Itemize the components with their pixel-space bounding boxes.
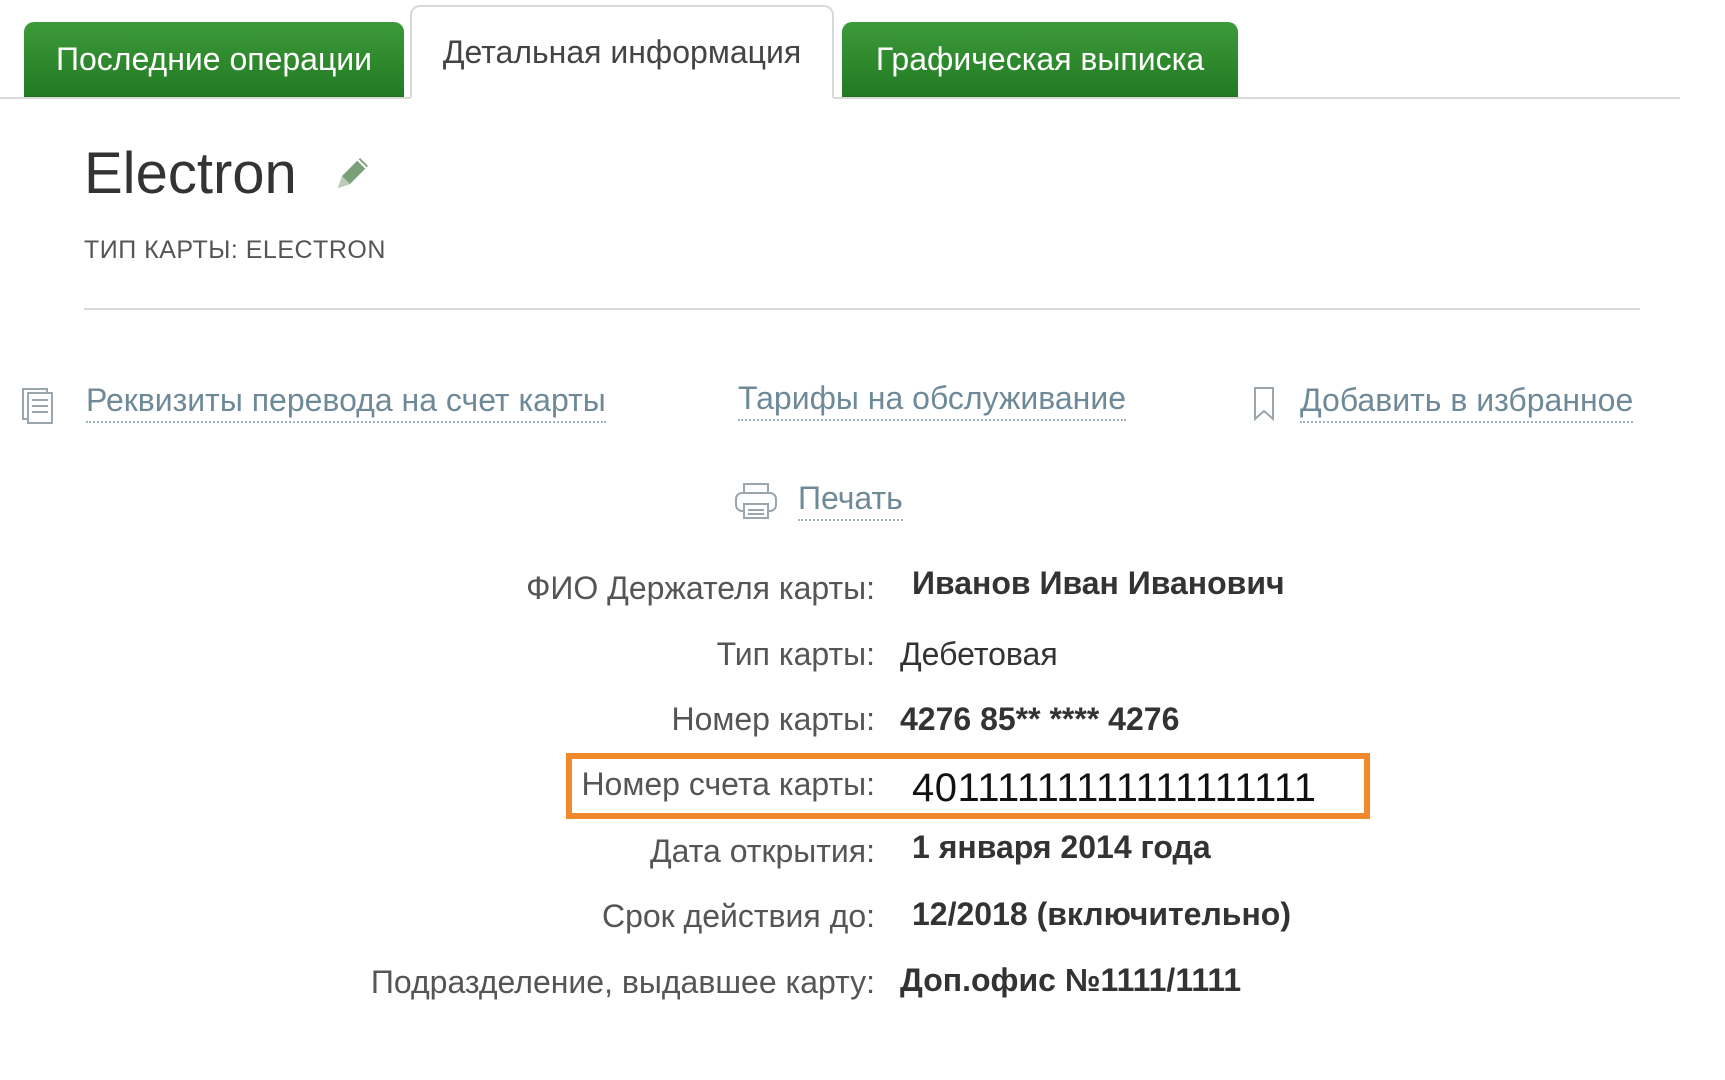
tab-label: Графическая выписка	[875, 41, 1205, 77]
account-number-value: 40111111111111111111	[912, 766, 1317, 810]
card-number-label: Номер карты:	[671, 701, 875, 737]
bookmark-icon	[1254, 387, 1274, 422]
tariffs-link[interactable]: Тарифы на обслуживание	[738, 380, 1127, 421]
open-date-label: Дата открытия:	[649, 833, 875, 869]
card-type-label: Тип карты:	[716, 636, 875, 672]
tab-detailed-info[interactable]: Детальная информация	[410, 5, 834, 99]
holder-name-value: Иванов Иван Иванович	[912, 565, 1285, 601]
card-title: Electron	[84, 141, 297, 206]
card-number-value: 4276 85** **** 4276	[900, 701, 1180, 737]
pencil-icon[interactable]	[330, 150, 376, 196]
branch-value: Доп.офис №1111/1111	[900, 962, 1242, 998]
tab-label: Детальная информация	[442, 33, 802, 70]
expiry-value: 12/2018 (включительно)	[912, 896, 1291, 932]
add-to-favorites-link[interactable]: Добавить в избранное	[1300, 382, 1634, 423]
open-date-value: 1 января 2014 года	[912, 829, 1211, 865]
divider	[84, 308, 1640, 310]
document-icon	[22, 388, 53, 424]
requisites-link[interactable]: Реквизиты перевода на счет карты	[86, 382, 606, 423]
tab-recent-operations[interactable]: Последние операции	[24, 22, 404, 97]
holder-name-label: ФИО Держателя карты:	[526, 570, 875, 606]
tab-label: Последние операции	[55, 41, 373, 77]
branch-label: Подразделение, выдавшее карту:	[370, 964, 875, 1000]
account-number-label: Номер счета карты:	[581, 766, 875, 802]
tab-graphic-statement[interactable]: Графическая выписка	[842, 22, 1238, 97]
expiry-label: Срок действия до:	[601, 898, 875, 934]
card-type-line: ТИП КАРТЫ: ELECTRON	[84, 236, 386, 264]
printer-icon	[735, 483, 777, 519]
tab-bar: Последние операции Детальная информация …	[0, 0, 1680, 99]
print-link[interactable]: Печать	[798, 480, 903, 521]
card-type-value: Дебетовая	[900, 636, 1058, 672]
